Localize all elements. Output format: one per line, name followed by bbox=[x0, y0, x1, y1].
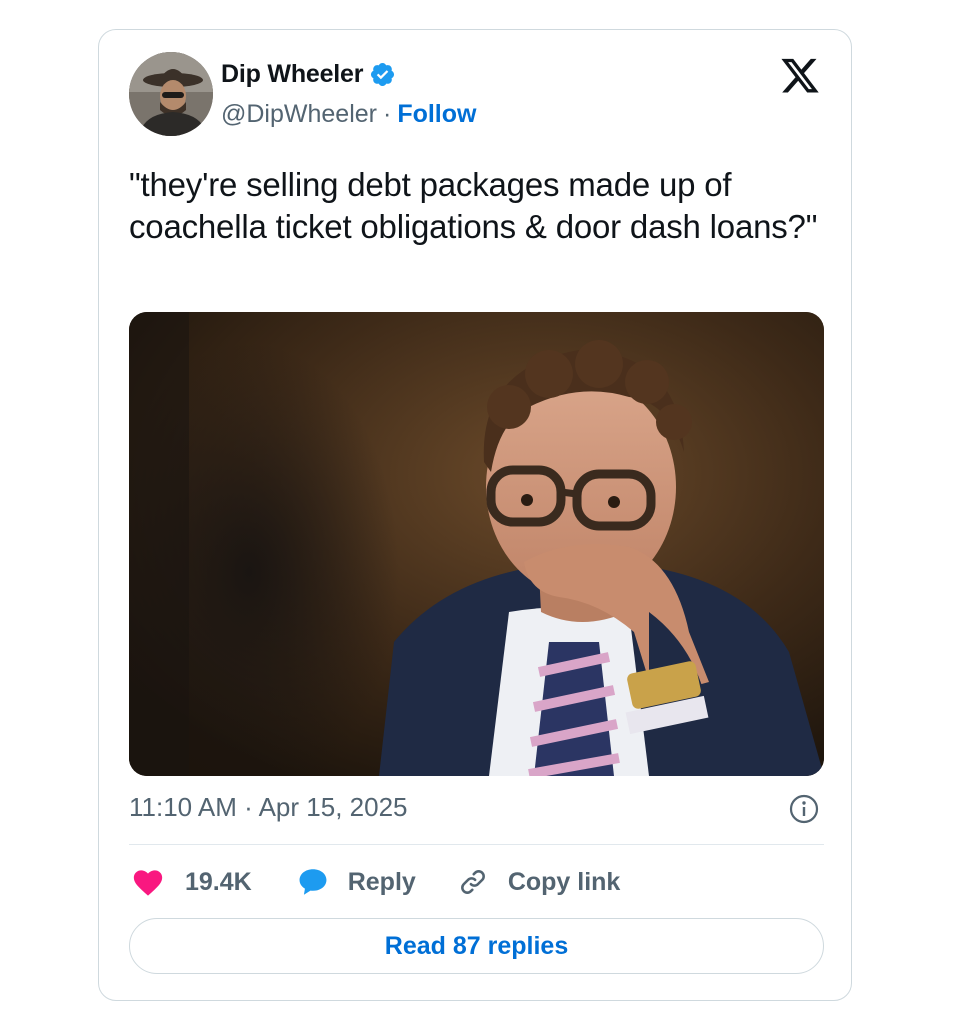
follow-link[interactable]: Follow bbox=[397, 100, 476, 129]
tweet-actions: 19.4K Reply Copy link bbox=[131, 862, 620, 902]
reply-button[interactable]: Reply bbox=[296, 865, 416, 899]
copy-link-label: Copy link bbox=[507, 867, 621, 896]
heart-icon bbox=[131, 865, 165, 899]
author-handle-row: @DipWheeler · Follow bbox=[221, 100, 476, 129]
author-display-name[interactable]: Dip Wheeler bbox=[221, 60, 363, 89]
author-name-row: Dip Wheeler bbox=[221, 60, 396, 89]
speech-bubble-icon bbox=[296, 865, 330, 899]
author-avatar[interactable] bbox=[129, 52, 213, 136]
tweet-timestamp[interactable]: 11:10 AM · Apr 15, 2025 bbox=[129, 792, 407, 823]
handle-separator: · bbox=[382, 100, 392, 128]
divider bbox=[129, 844, 824, 845]
link-icon bbox=[456, 865, 490, 899]
author-handle[interactable]: @DipWheeler bbox=[221, 100, 377, 129]
tweet-photo bbox=[129, 312, 824, 776]
x-logo-icon[interactable] bbox=[779, 58, 821, 96]
reply-label: Reply bbox=[347, 867, 416, 896]
tweet-text: "they're selling debt packages made up o… bbox=[129, 166, 818, 245]
info-icon[interactable] bbox=[789, 794, 819, 824]
tweet-card: Dip Wheeler @DipWheeler · Follow "they'r… bbox=[98, 29, 852, 1001]
verified-badge-icon bbox=[369, 61, 396, 88]
avatar-photo bbox=[129, 52, 213, 136]
like-button[interactable]: 19.4K bbox=[131, 865, 252, 899]
copy-link-button[interactable]: Copy link bbox=[456, 865, 621, 899]
read-replies-button[interactable]: Read 87 replies bbox=[129, 918, 824, 974]
like-count: 19.4K bbox=[185, 867, 252, 896]
tweet-media[interactable] bbox=[129, 312, 824, 776]
